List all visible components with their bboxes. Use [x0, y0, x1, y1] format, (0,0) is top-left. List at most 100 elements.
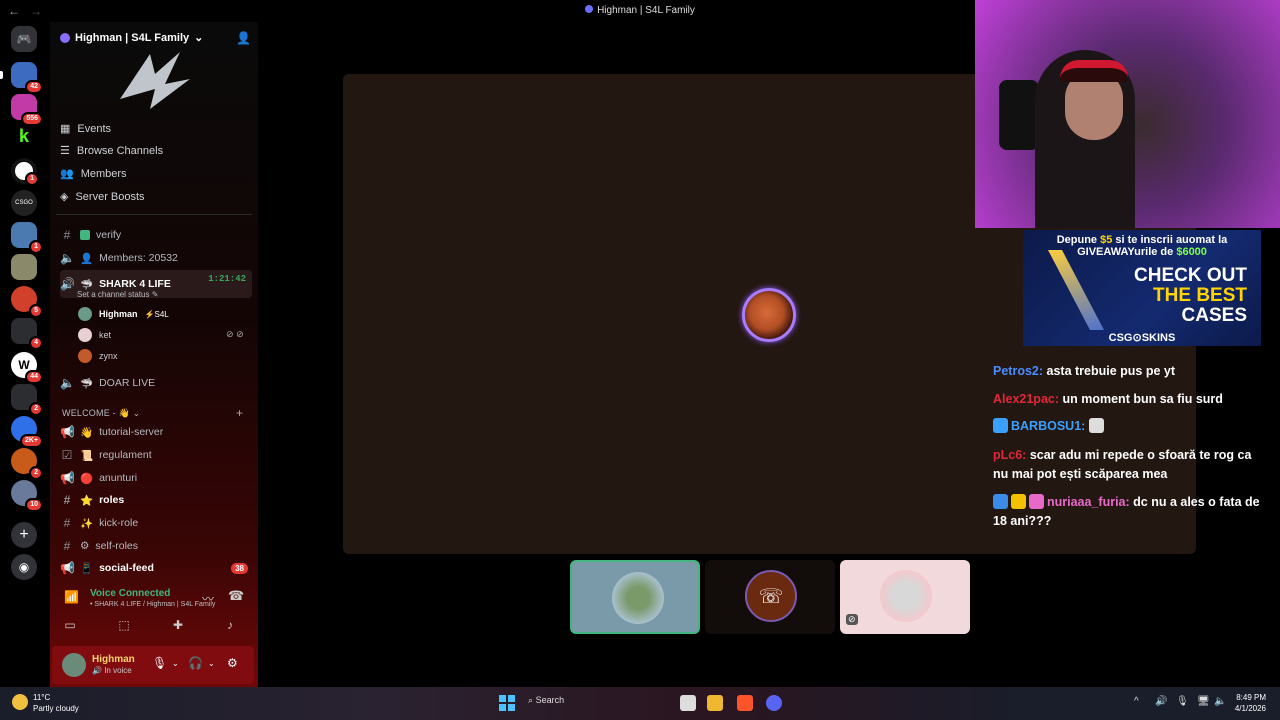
soundboard-icon: ♪: [227, 618, 233, 632]
weather-icon: [12, 694, 28, 710]
chevron-down-icon: ⌄: [194, 32, 204, 44]
badge: 5: [29, 304, 43, 318]
cat-emote-icon: [1088, 418, 1104, 433]
headphones-icon[interactable]: 🎧: [188, 656, 203, 670]
mic-icon[interactable]: 🎙: [152, 656, 167, 670]
voice-connected-panel: 📶 Voice Connected • SHARK 4 LIFE / Highm…: [50, 582, 258, 644]
server-header[interactable]: Highman | S4L Family ⌄: [60, 31, 203, 44]
badge: 1: [29, 240, 43, 254]
taskbar-search[interactable]: ⌕ Search: [528, 695, 564, 706]
discord-taskbar-icon[interactable]: [766, 695, 782, 711]
voice-member-ket[interactable]: ket: [78, 328, 111, 342]
user-panel: Highman 🔊 In voice 🎙 ⌄ 🎧 ⌄ ⚙: [52, 646, 254, 684]
badge-icon: [1029, 494, 1044, 509]
server-folder-icon-2[interactable]: 2: [11, 384, 43, 416]
network-icon[interactable]: 🖥: [1197, 696, 1210, 707]
avatar: [78, 307, 92, 321]
channel-tutorial-server[interactable]: 📢 👋 tutorial-server: [60, 422, 252, 442]
member-tag: ⚡S4L: [144, 309, 169, 319]
speaker-icon: 🔊: [60, 277, 75, 291]
windows-start-icon[interactable]: [499, 695, 515, 711]
mic-tray-icon[interactable]: 🎙: [1176, 696, 1189, 707]
server-icon-1[interactable]: 42: [0, 62, 43, 94]
menu-server-boosts[interactable]: ◈ Server Boosts: [60, 190, 145, 204]
tray-chevron-icon[interactable]: ^: [1134, 696, 1139, 707]
browse-icon: ☰: [60, 145, 70, 157]
voice-status-title[interactable]: Voice Connected: [90, 588, 170, 599]
menu-members[interactable]: 👥 Members: [60, 167, 127, 181]
noise-suppression-icon[interactable]: 〰: [202, 590, 214, 607]
voice-member-highman[interactable]: Highman ⚡S4L: [78, 307, 169, 321]
server-icon-7[interactable]: [11, 254, 37, 280]
channel-regulament[interactable]: ☑ 📜 regulament: [60, 445, 252, 465]
discover-icon[interactable]: ◉: [11, 554, 37, 580]
menu-events[interactable]: ▦ Events: [60, 122, 111, 136]
unread-pip: [0, 71, 3, 79]
channel-anunturi[interactable]: 📢 🔴 anunturi: [60, 468, 252, 488]
badge: 556: [21, 112, 43, 126]
participant-tile-zynx[interactable]: ☏: [705, 560, 835, 634]
share-screen-button[interactable]: ⬚: [104, 618, 144, 636]
weather-widget[interactable]: 11°C Partly cloudy: [33, 692, 79, 714]
disconnect-icon[interactable]: ☎: [228, 588, 244, 604]
channel-members-count[interactable]: 🔈 👤 Members: 20532: [60, 248, 252, 268]
badge: 44: [25, 370, 43, 384]
channel-verify[interactable]: # verify: [60, 225, 252, 245]
csgo-skins-icon[interactable]: CSGO: [11, 190, 37, 216]
server-icon-12[interactable]: 2K+: [11, 416, 43, 448]
server-folder-icon[interactable]: 4: [11, 318, 43, 350]
activities-button[interactable]: ✚: [158, 618, 198, 636]
badge: 2K+: [19, 434, 43, 448]
kick-server-icon[interactable]: k: [11, 126, 37, 152]
channel-status[interactable]: Set a channel status ✎: [77, 290, 158, 299]
avatar: [78, 328, 92, 342]
task-view-icon[interactable]: [680, 695, 696, 711]
discord-home-icon[interactable]: 🎮: [11, 26, 37, 52]
badge: 4: [29, 336, 43, 350]
shark-icon: 🦈: [80, 278, 94, 291]
add-channel-icon[interactable]: +: [236, 406, 243, 420]
channel-roles[interactable]: # ⭐ roles: [60, 490, 252, 510]
category-welcome[interactable]: WELCOME - 👋 ⌄: [62, 408, 140, 419]
user-status: 🔊 In voice: [92, 666, 132, 675]
chat-message: nuriaaa_furia: dc nu a ales o fata de 18…: [993, 494, 1260, 528]
soundboard-button[interactable]: ♪: [210, 618, 250, 636]
menu-browse-channels[interactable]: ☰ Browse Channels: [60, 144, 163, 158]
clock[interactable]: 8:49 PM 4/1/2026: [1235, 692, 1266, 714]
speaker-icon: 🔈: [60, 251, 75, 265]
announce-icon: 📢: [60, 471, 75, 485]
server-icon-4[interactable]: 1: [11, 158, 39, 186]
settings-gear-icon[interactable]: ⚙: [227, 656, 238, 670]
w-server-icon[interactable]: W 44: [11, 352, 43, 384]
camera-off-icon: ⊘: [846, 614, 858, 625]
voice-member-zynx[interactable]: zynx: [78, 349, 118, 363]
user-avatar[interactable]: [62, 653, 86, 677]
badge: 2: [29, 466, 43, 480]
add-server-icon[interactable]: +: [11, 522, 37, 548]
server-icon-14[interactable]: 10: [11, 480, 43, 512]
server-icon-2[interactable]: 556: [11, 94, 43, 126]
participant-tile-highman[interactable]: [570, 560, 700, 634]
add-member-icon[interactable]: 👤: [236, 31, 251, 45]
brave-browser-icon[interactable]: [737, 695, 753, 711]
camera-button[interactable]: ▭: [50, 618, 90, 636]
participant-tile-ket[interactable]: ⊘: [840, 560, 970, 634]
chevron-down-icon[interactable]: ⌄: [208, 659, 215, 668]
voice-channel-doar-live[interactable]: 🔈 🦈 DOAR LIVE: [60, 373, 252, 393]
streamer-headset: [1060, 60, 1128, 82]
server-icon-6[interactable]: 1: [11, 222, 43, 254]
channel-self-roles[interactable]: # ⚙ self-roles: [60, 536, 252, 556]
server-icon-13[interactable]: 2: [11, 448, 43, 480]
channel-social-feed[interactable]: 📢 📱 social-feed: [60, 558, 252, 578]
server-banner-logo: [120, 52, 190, 109]
chevron-down-icon[interactable]: ⌄: [172, 659, 179, 668]
speaker-tray-icon[interactable]: 🔈: [1214, 696, 1226, 707]
server-icon-8[interactable]: 5: [11, 286, 43, 318]
file-explorer-icon[interactable]: [707, 695, 723, 711]
server-name: Highman | S4L Family: [75, 31, 190, 44]
server-rail: 🎮 42 556 k 1 CSGO 1 5 4 W 44 2 2K+ 2 10 +…: [0, 22, 48, 687]
crown-icon: [1011, 494, 1026, 509]
volume-icon[interactable]: 🔊: [1155, 696, 1167, 707]
call-timer: 1:21:42: [208, 274, 246, 284]
channel-kick-role[interactable]: # ✨ kick-role: [60, 513, 252, 533]
